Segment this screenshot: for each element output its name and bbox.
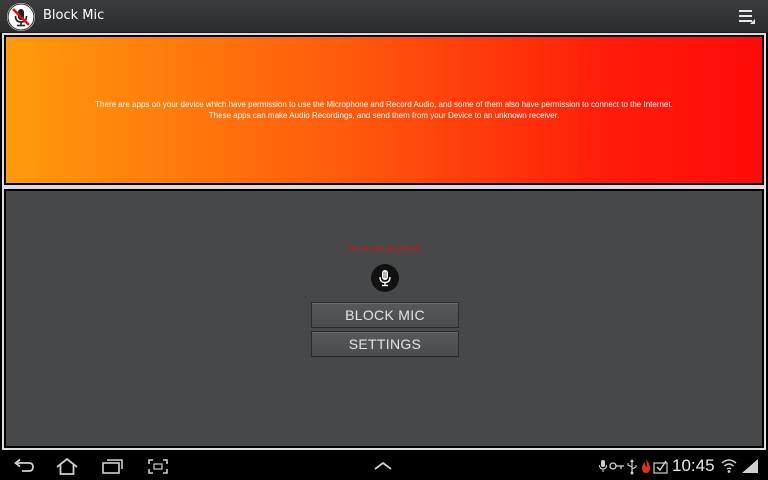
usb-icon [627,459,637,475]
warning-panel: There are apps on your device which have… [2,33,766,187]
battery-icon [742,459,758,473]
block-mic-button[interactable]: BLOCK MIC [311,302,459,328]
warning-text: There are apps on your device which have… [85,99,683,121]
system-bar: 10:45 [0,453,768,480]
action-bar: Block Mic [0,0,768,33]
control-panel-inner: MIC IS NOT BLOCKED BLOCK MIC SETTINGS [6,191,762,446]
warning-banner: There are apps on your device which have… [6,37,762,183]
warning-line-2: These apps can make Audio Recordings, an… [208,111,560,120]
control-panel: MIC IS NOT BLOCKED BLOCK MIC SETTINGS [2,187,766,450]
mic-status-icon [598,460,608,472]
recent-apps-icon[interactable] [101,458,125,475]
up-arrow-icon[interactable] [373,460,393,472]
microphone-icon [371,264,399,292]
mic-blocked-icon[interactable] [7,3,35,31]
warning-line-1: There are apps on your device which have… [95,100,673,109]
download-icon [653,460,668,474]
screenshot-icon[interactable] [147,458,169,475]
clock: 10:45 [672,456,715,475]
back-icon[interactable] [12,458,36,476]
fire-icon [642,459,650,473]
wifi-icon [721,459,737,473]
settings-button[interactable]: SETTINGS [311,331,459,357]
app-title: Block Mic [43,8,105,23]
overflow-menu-icon[interactable] [736,6,758,28]
key-icon [609,462,624,470]
home-icon[interactable] [55,457,79,476]
mic-status-text: MIC IS NOT BLOCKED [347,246,421,253]
